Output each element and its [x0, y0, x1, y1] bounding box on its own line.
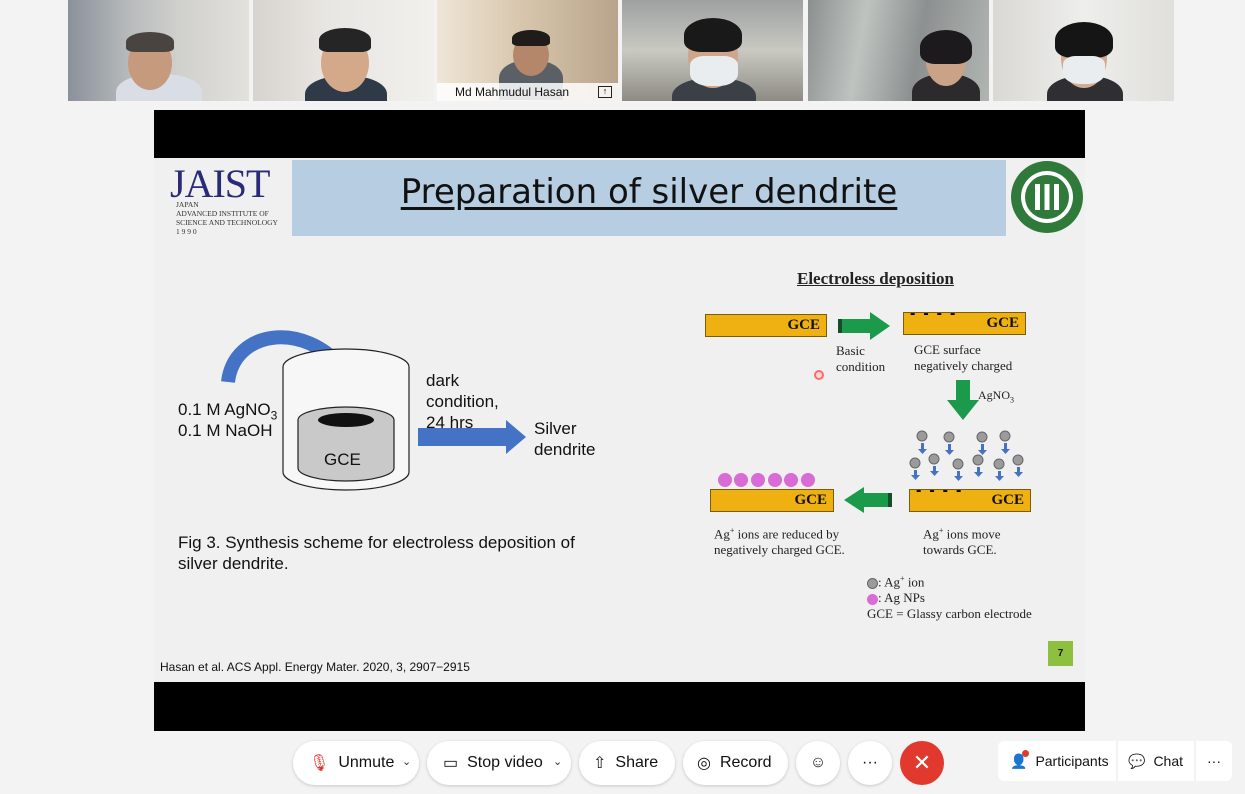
- ag-ions-diagram: [909, 430, 1024, 481]
- university-seal-icon: [1011, 161, 1083, 233]
- arrow-left-icon: [844, 487, 892, 513]
- deposition-heading: Electroless deposition: [797, 269, 954, 288]
- ag-nanoparticles-diagram: [718, 473, 815, 487]
- reagent-2: 0.1 M NaOH: [178, 421, 273, 440]
- participant-tile[interactable]: [68, 0, 249, 101]
- share-button[interactable]: ⇧ Share: [579, 741, 675, 785]
- shared-screen: JAIST JAPAN ADVANCED INSTITUTE OF SCIENC…: [154, 110, 1085, 731]
- participants-button[interactable]: 👤 Participants: [998, 741, 1116, 781]
- ag-ion-legend-icon: [867, 577, 878, 589]
- vessel-label: GCE: [324, 450, 361, 469]
- chat-bubble-icon: 💬: [1128, 752, 1146, 769]
- participant-tile-active[interactable]: Md Mahmudul Hasan ↑: [437, 0, 618, 101]
- participant-name: Md Mahmudul Hasan: [455, 85, 570, 99]
- participant-tile[interactable]: [622, 0, 803, 101]
- agno3-label: AgNO3: [978, 388, 1014, 405]
- participant-tile[interactable]: [993, 0, 1174, 101]
- citation: Hasan et al. ACS Appl. Energy Mater. 202…: [160, 660, 470, 674]
- record-button[interactable]: ◎ Record: [683, 741, 788, 785]
- ions-move-label: Ag+ ions move towards GCE.: [923, 526, 1001, 558]
- screen-share-icon: ↑: [598, 86, 612, 98]
- participant-tile[interactable]: [253, 0, 434, 101]
- leave-meeting-button[interactable]: ✕: [900, 741, 944, 785]
- close-icon: ✕: [912, 750, 932, 775]
- slide-title: Preparation of silver dendrite: [400, 172, 898, 212]
- notification-dot: [1022, 749, 1030, 757]
- jaist-logo: JAIST JAPAN ADVANCED INSTITUTE OF SCIENC…: [156, 161, 290, 238]
- ag-np-legend-icon: [867, 593, 878, 605]
- logo-subtext: JAPAN ADVANCED INSTITUTE OF SCIENCE AND …: [176, 200, 278, 236]
- stop-video-button[interactable]: ▭ Stop video ⌄: [427, 741, 571, 785]
- figure-caption: Fig 3. Synthesis scheme for electroless …: [178, 533, 575, 573]
- video-camera-icon: ▭: [443, 755, 459, 772]
- share-screen-icon: ⇧: [593, 755, 607, 772]
- presentation-slide: JAIST JAPAN ADVANCED INSTITUTE OF SCIENC…: [154, 158, 1085, 682]
- muted-microphone-icon: 🎙: [309, 755, 330, 772]
- arrow-down-icon: [947, 380, 979, 420]
- product-label: Silver dendrite: [534, 419, 596, 459]
- legend: : Ag+ ion : Ag NPs GCE = Glassy carbon e…: [867, 574, 1032, 622]
- laser-pointer: [814, 370, 824, 380]
- emoji-icon: ☺: [809, 754, 827, 771]
- slide-page-number: 7: [1048, 641, 1073, 666]
- chat-button[interactable]: 💬 Chat: [1118, 741, 1194, 781]
- chevron-down-icon[interactable]: ⌄: [553, 755, 562, 768]
- more-options-button[interactable]: ···: [848, 741, 892, 785]
- basic-condition-label: Basic condition: [836, 343, 886, 374]
- unmute-button[interactable]: 🎙 Unmute ⌄: [293, 741, 419, 785]
- gce-bar-charged: ---- GCE: [903, 305, 1026, 335]
- participant-tile[interactable]: [808, 0, 989, 101]
- chevron-down-icon[interactable]: ⌄: [402, 755, 411, 768]
- gce-bar-ions: ---- GCE: [909, 482, 1031, 512]
- participants-icon: 👤: [1010, 749, 1030, 770]
- reagent-1: 0.1 M AgNO3: [178, 400, 278, 423]
- gce-bar-1: GCE: [705, 314, 827, 337]
- gce-bar-reduced: GCE: [710, 489, 834, 512]
- surface-charged-label: GCE surface negatively charged: [914, 342, 1013, 373]
- ions-reduced-label: Ag+ ions are reduced by negatively charg…: [714, 526, 845, 558]
- reactions-button[interactable]: ☺: [796, 741, 840, 785]
- arrow-right-icon: [838, 312, 890, 340]
- record-icon: ◎: [697, 755, 711, 772]
- overflow-menu-button[interactable]: ···: [1196, 741, 1232, 781]
- condition-label: dark condition, 24 hrs: [426, 371, 499, 432]
